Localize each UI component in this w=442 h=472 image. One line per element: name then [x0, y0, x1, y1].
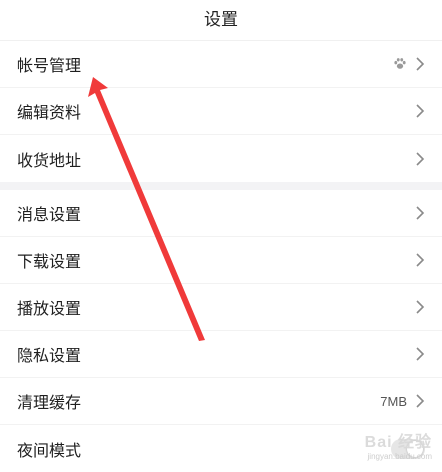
chevron-right-icon	[416, 104, 425, 118]
settings-group-account: 帐号管理 编辑资料 收货地址	[0, 41, 442, 182]
settings-row-message-settings[interactable]: 消息设置	[0, 190, 442, 237]
settings-row-shipping-address[interactable]: 收货地址	[0, 135, 442, 182]
chevron-right-icon	[416, 253, 425, 267]
chevron-right-icon	[416, 300, 425, 314]
row-label: 播放设置	[17, 301, 82, 318]
chevron-right-icon	[416, 347, 425, 361]
row-label: 清理缓存	[17, 395, 82, 412]
chevron-right-icon	[416, 394, 425, 408]
cache-size-value: 7MB	[380, 393, 407, 409]
row-label: 消息设置	[17, 207, 82, 224]
page-title: 设置	[0, 0, 442, 41]
row-label: 编辑资料	[17, 105, 82, 122]
settings-row-account-management[interactable]: 帐号管理	[0, 41, 442, 88]
row-label: 下载设置	[17, 254, 82, 271]
chevron-right-icon	[416, 151, 425, 166]
row-label: 夜间模式	[17, 442, 82, 460]
row-label: 隐私设置	[17, 348, 82, 365]
settings-row-privacy-settings[interactable]: 隐私设置	[0, 331, 442, 378]
paw-icon	[394, 58, 406, 69]
group-separator	[0, 182, 442, 190]
chevron-right-icon	[416, 57, 425, 71]
settings-row-download-settings[interactable]: 下载设置	[0, 237, 442, 284]
watermark: Bai 经验 jingyan.baidu.com	[365, 428, 432, 461]
chevron-right-icon	[416, 206, 425, 220]
watermark-text: Bai 经验	[364, 434, 432, 451]
row-label: 收货地址	[17, 152, 82, 170]
settings-row-clear-cache[interactable]: 清理缓存 7MB	[0, 378, 442, 425]
row-label: 帐号管理	[17, 58, 82, 75]
settings-row-edit-profile[interactable]: 编辑资料	[0, 88, 442, 135]
watermark-subtext: jingyan.baidu.com	[367, 452, 432, 461]
settings-row-playback-settings[interactable]: 播放设置	[0, 284, 442, 331]
